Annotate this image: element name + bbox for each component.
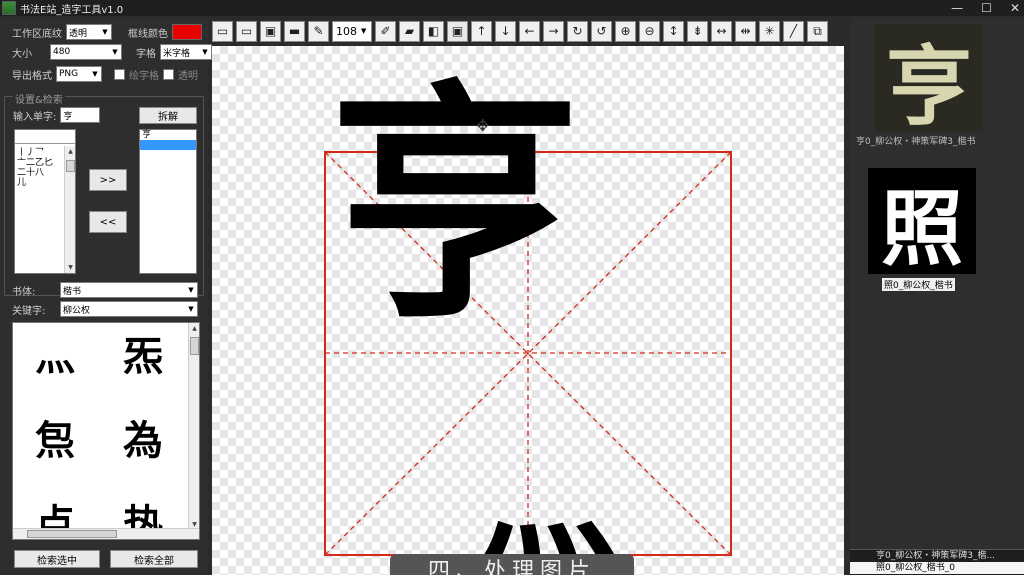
zoom-combo[interactable]: 108 ▼ bbox=[332, 20, 372, 42]
window-title: 书法E站_造字工具v1.0 bbox=[20, 4, 124, 16]
toolbar: ▭ ▭ ▣ ▬ ✎ 108 ▼ ✐ ▰ ◧ ▣ ↑ ↓ ← → ↻ ↺ ⊕ ⊖ ↕… bbox=[212, 20, 844, 42]
list-item-selected[interactable]: 照0_柳公权_楷书_0 bbox=[850, 562, 1024, 574]
list-item[interactable]: 亨 bbox=[140, 130, 196, 140]
chevron-down-icon: ▼ bbox=[188, 305, 194, 313]
add-component-button[interactable]: >> bbox=[89, 169, 127, 191]
layer-icon[interactable]: ◧ bbox=[423, 20, 444, 42]
caption-overlay: 四、处理图片 bbox=[390, 554, 634, 575]
chevron-down-icon: ▼ bbox=[92, 70, 98, 78]
component-search-input[interactable] bbox=[15, 130, 75, 144]
title-bar: 书法E站_造字工具v1.0 — ☐ ✕ bbox=[0, 0, 1024, 16]
flip-vertical-icon[interactable]: ↕ bbox=[663, 20, 684, 42]
transparent-checkbox[interactable] bbox=[163, 68, 174, 80]
list-item-selected[interactable] bbox=[140, 140, 196, 150]
minimize-button[interactable]: — bbox=[951, 0, 963, 16]
thumbnail-1[interactable]: 亨 bbox=[875, 24, 983, 132]
gallery-vscrollbar[interactable]: ▲ ▼ bbox=[188, 323, 199, 530]
split-button[interactable]: 拆解 bbox=[139, 107, 197, 124]
grid-combo[interactable]: 米字格 ▼ bbox=[160, 44, 212, 60]
gallery-hscrollbar[interactable] bbox=[13, 528, 199, 539]
center-icon[interactable]: ✳ bbox=[759, 20, 780, 42]
save-icon[interactable]: ▬ bbox=[284, 20, 305, 42]
gallery-item[interactable]: 炰 bbox=[31, 413, 79, 464]
export-icon[interactable]: ⧉ bbox=[807, 20, 828, 42]
remove-component-button[interactable]: << bbox=[89, 211, 127, 233]
pen-icon[interactable]: ╱ bbox=[783, 20, 804, 42]
thumbnail-1-caption: 亨0_柳公权・神策军碑3_楷书 bbox=[856, 137, 976, 147]
glyph-top[interactable]: 亨 bbox=[330, 74, 580, 334]
draw-grid-label: 绘字格 bbox=[129, 70, 159, 82]
chevron-down-icon: ▼ bbox=[361, 27, 367, 35]
arrow-up-icon[interactable]: ↑ bbox=[471, 20, 492, 42]
size-label: 大小 bbox=[12, 48, 32, 60]
arrow-left-icon[interactable]: ← bbox=[519, 20, 540, 42]
gallery-item[interactable]: 灬 bbox=[31, 329, 79, 380]
keyword-combo[interactable]: 柳公权 ▼ bbox=[60, 301, 198, 317]
export-label: 导出格式 bbox=[12, 70, 52, 82]
right-panel: 亨 亨0_柳公权・神策军碑3_楷书 照 照0_柳公权_楷书 亨0_柳公权・神策军… bbox=[850, 18, 1024, 575]
font-combo[interactable]: 楷书 ▼ bbox=[60, 282, 198, 298]
component-list[interactable]: 丨丿乛 亠二乙匕 二十八 儿 ▲ ▼ bbox=[14, 129, 76, 274]
flip-horizontal-icon[interactable]: ↔ bbox=[711, 20, 732, 42]
bg-combo[interactable]: 透明 ▼ bbox=[66, 24, 112, 40]
thumbnail-2[interactable]: 照 bbox=[868, 168, 976, 274]
maximize-button[interactable]: ☐ bbox=[981, 0, 992, 16]
search-all-button[interactable]: 检索全部 bbox=[110, 550, 198, 568]
scroll-thumb[interactable] bbox=[66, 160, 75, 172]
brush-icon[interactable]: ✐ bbox=[375, 20, 396, 42]
compress-horizontal-icon[interactable]: ⇹ bbox=[735, 20, 756, 42]
left-panel: 工作区底纹 透明 ▼ 框线颜色 大小 480 ▼ 字格 米字格 ▼ 导出格式 PNG ▼… bbox=[0, 18, 212, 575]
chevron-down-icon: ▼ bbox=[112, 48, 118, 56]
open-icon[interactable]: ▭ bbox=[236, 20, 257, 42]
size-combo[interactable]: 480 ▼ bbox=[50, 44, 122, 60]
work-canvas[interactable]: 亨 灬 ✥ 四、处理图片 bbox=[212, 46, 844, 575]
search-selected-button[interactable]: 检索选中 bbox=[14, 550, 100, 568]
single-char-input[interactable]: 亨 bbox=[60, 107, 101, 123]
rotate-ccw-icon[interactable]: ↺ bbox=[591, 20, 612, 42]
result-list[interactable]: 亨0_柳公权・神策军碑3_楷... 照0_柳公权_楷书_0 bbox=[850, 549, 1024, 575]
chevron-down-icon: ▼ bbox=[202, 48, 208, 56]
rotate-cw-icon[interactable]: ↻ bbox=[567, 20, 588, 42]
gallery-item[interactable]: 炁 bbox=[119, 329, 167, 380]
selected-list[interactable]: 亨 bbox=[139, 129, 197, 274]
thumbnail-2-caption: 照0_柳公权_楷书 bbox=[882, 278, 955, 291]
edit-icon[interactable]: ✎ bbox=[308, 20, 329, 42]
export-combo[interactable]: PNG ▼ bbox=[56, 66, 102, 82]
move-cursor-icon: ✥ bbox=[476, 116, 490, 135]
scroll-thumb[interactable] bbox=[27, 530, 117, 538]
glyph-gallery[interactable]: 灬 炁 炰 為 点 热 ▲ ▼ bbox=[12, 322, 200, 540]
close-button[interactable]: ✕ bbox=[1010, 0, 1020, 16]
bg-label: 工作区底纹 bbox=[12, 28, 62, 40]
chevron-down-icon: ▼ bbox=[102, 28, 108, 36]
gallery-item[interactable]: 為 bbox=[119, 413, 167, 464]
image-icon[interactable]: ▣ bbox=[260, 20, 281, 42]
scroll-down-icon[interactable]: ▼ bbox=[65, 262, 76, 273]
frame-icon[interactable]: ▣ bbox=[447, 20, 468, 42]
frame-color-label: 框线颜色 bbox=[128, 28, 168, 40]
list-item[interactable]: 亨0_柳公权・神策军碑3_楷... bbox=[850, 550, 1024, 562]
draw-grid-checkbox[interactable] bbox=[114, 68, 125, 80]
open-folder-icon[interactable]: ▭ bbox=[212, 20, 233, 42]
zoom-in-icon[interactable]: ⊕ bbox=[615, 20, 636, 42]
compress-vertical-icon[interactable]: ⇟ bbox=[687, 20, 708, 42]
search-group: 设置&检索 输入单字: 亨 拆解 丨丿乛 亠二乙匕 二十八 儿 ▲ ▼ >> <… bbox=[4, 91, 204, 296]
chevron-down-icon: ▼ bbox=[188, 286, 194, 294]
zoom-out-icon[interactable]: ⊖ bbox=[639, 20, 660, 42]
transparent-label: 透明 bbox=[178, 70, 198, 82]
scroll-up-icon[interactable]: ▲ bbox=[65, 146, 76, 157]
component-scrollbar[interactable]: ▲ ▼ bbox=[64, 146, 75, 273]
arrow-down-icon[interactable]: ↓ bbox=[495, 20, 516, 42]
scroll-up-icon[interactable]: ▲ bbox=[189, 323, 199, 334]
app-icon bbox=[2, 1, 16, 15]
frame-color-swatch[interactable] bbox=[172, 24, 202, 40]
search-group-title: 设置&检索 bbox=[13, 91, 65, 106]
eraser-icon[interactable]: ▰ bbox=[399, 20, 420, 42]
single-char-label: 输入单字: bbox=[13, 111, 57, 123]
keyword-label: 关键字: bbox=[12, 305, 46, 317]
grid-label: 字格 bbox=[136, 48, 156, 60]
font-label: 书体: bbox=[12, 286, 36, 298]
scroll-thumb[interactable] bbox=[190, 337, 199, 355]
arrow-right-icon[interactable]: → bbox=[543, 20, 564, 42]
